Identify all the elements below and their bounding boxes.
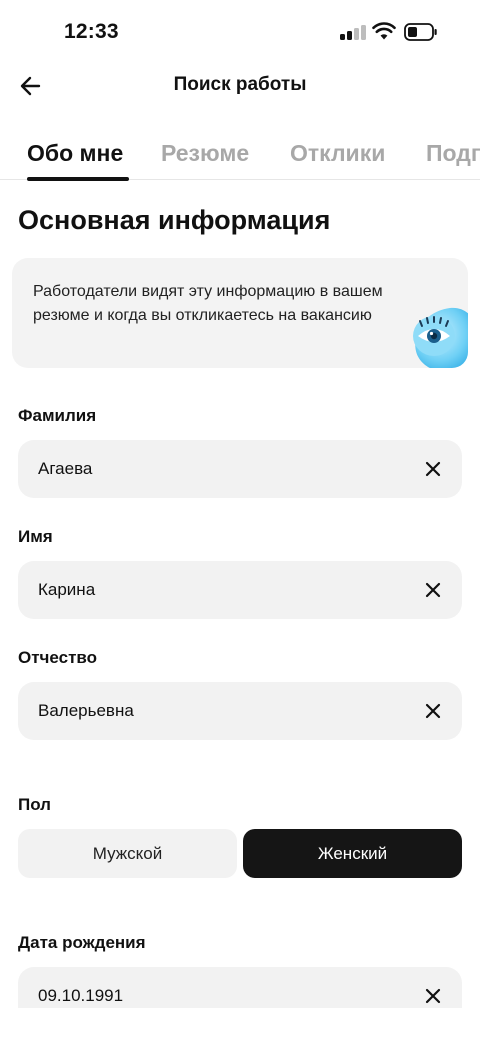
info-card: Работодатели видят эту информацию в ваше… xyxy=(12,258,468,368)
status-bar: 12:33 xyxy=(0,0,480,64)
first-name-input[interactable] xyxy=(38,561,398,619)
tab-bar: Обо мне Резюме Отклики Подп xyxy=(0,132,480,182)
section-title: Основная информация xyxy=(18,205,331,235)
tab-about-me[interactable]: Обо мне xyxy=(27,140,123,167)
tab-responses[interactable]: Отклики xyxy=(290,140,385,167)
info-text: Работодатели видят эту информацию в ваше… xyxy=(33,283,383,324)
clear-icon[interactable] xyxy=(422,458,444,480)
app-header: Поиск работы xyxy=(0,64,480,110)
active-tab-indicator xyxy=(27,177,129,181)
patronymic-field xyxy=(18,682,462,740)
job-search-profile-screen: 12:33 Поиск работы Обо мне Резюме Отклик… xyxy=(0,0,480,1041)
gender-label: Пол xyxy=(18,795,51,814)
birth-date-label: Дата рождения xyxy=(18,933,146,952)
battery-icon xyxy=(404,23,437,41)
patronymic-input[interactable] xyxy=(38,682,398,740)
page-title: Поиск работы xyxy=(173,74,307,95)
first-name-label: Имя xyxy=(18,527,53,546)
patronymic-label: Отчество xyxy=(18,648,98,667)
tab-subscriptions[interactable]: Подп xyxy=(426,140,480,167)
last-name-label: Фамилия xyxy=(18,406,97,425)
clear-icon[interactable] xyxy=(422,579,444,601)
bottom-cutoff xyxy=(0,1008,480,1041)
clear-icon[interactable] xyxy=(422,700,444,722)
signal-icon xyxy=(340,24,366,40)
eye-icon xyxy=(413,307,468,368)
status-time: 12:33 xyxy=(64,20,119,43)
last-name-field xyxy=(18,440,462,498)
last-name-input[interactable] xyxy=(38,440,398,498)
gender-option-male[interactable]: Мужской xyxy=(18,829,237,878)
wifi-icon xyxy=(372,22,396,40)
clear-icon[interactable] xyxy=(422,985,444,1007)
first-name-field xyxy=(18,561,462,619)
tab-resume[interactable]: Резюме xyxy=(161,140,249,167)
gender-option-female[interactable]: Женский xyxy=(243,829,462,878)
